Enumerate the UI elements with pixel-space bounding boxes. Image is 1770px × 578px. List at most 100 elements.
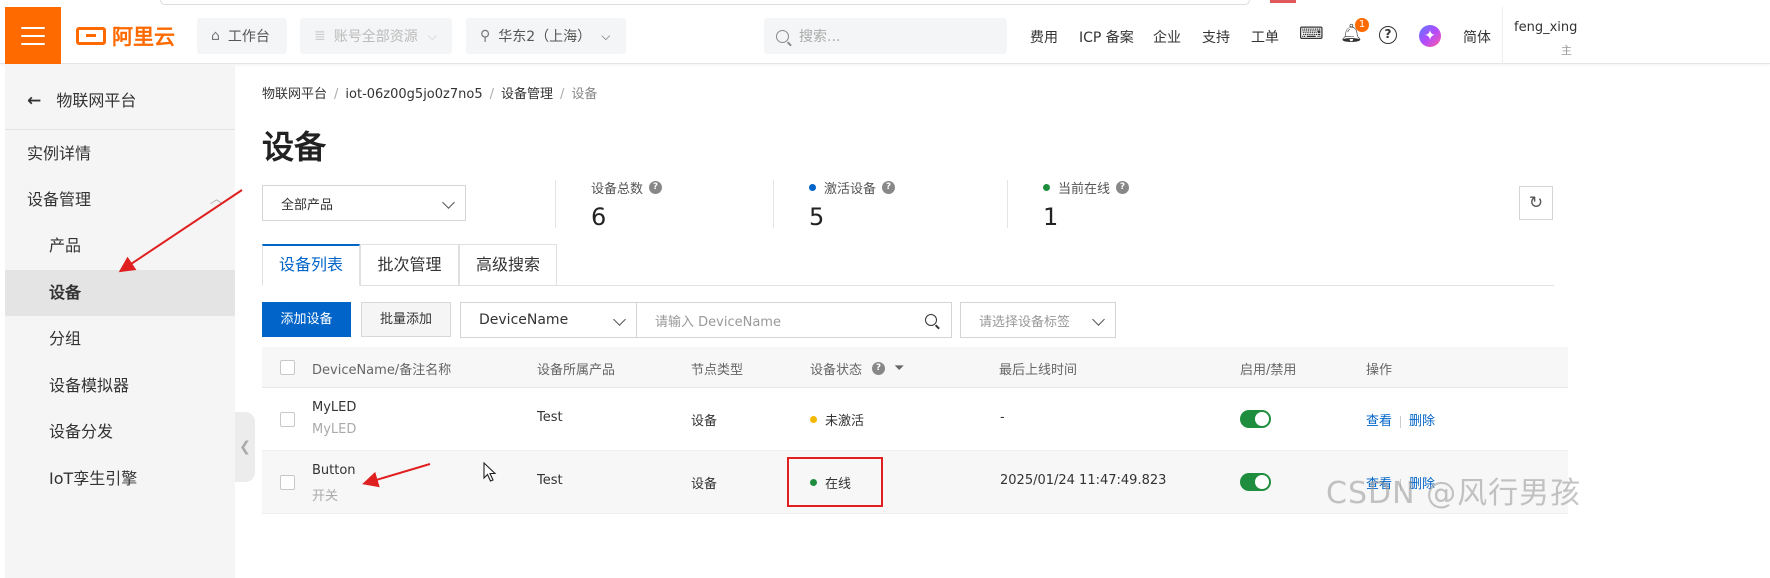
workbench-label: 工作台 [227, 29, 270, 45]
stat-label: 当前在线 [1058, 182, 1111, 197]
hamburger-menu-button[interactable] [5, 7, 61, 64]
stat-divider [1007, 180, 1008, 228]
row-actions: 查看 删除 [1366, 410, 1435, 429]
stack-icon: ≣ [314, 28, 326, 44]
device-name[interactable]: Button [312, 463, 356, 478]
resource-group-select[interactable]: ≣ 账号全部资源 ⌵ [300, 18, 452, 54]
browser-tab-strip [160, 0, 1250, 5]
sidebar-item-devices[interactable]: 设备 [5, 270, 235, 316]
region-label: 华东2（上海） [498, 29, 592, 45]
notification-badge: 1 [1355, 18, 1369, 32]
row-checkbox[interactable] [280, 412, 295, 427]
column-header-label: 设备状态 [810, 363, 863, 378]
add-device-button[interactable]: 添加设备 [262, 302, 351, 337]
help-icon[interactable]: ? [882, 181, 896, 194]
view-button[interactable]: 查看 [1366, 414, 1392, 429]
sidebar-item-iot-twin-engine[interactable]: IoT孪生引擎 [5, 456, 235, 502]
device-node-type: 设备 [691, 414, 718, 429]
back-label: 物联网平台 [56, 91, 137, 110]
sidebar-item-device-simulator[interactable]: 设备模拟器 [5, 363, 235, 409]
mouse-cursor-icon [483, 462, 497, 482]
back-to-iot-platform[interactable]: ← 物联网平台 [27, 87, 136, 111]
device-note: 开关 [312, 489, 339, 504]
device-name[interactable]: MyLED [312, 400, 356, 415]
breadcrumb-item[interactable]: 设备管理 [501, 87, 553, 102]
status-label: 未激活 [825, 414, 865, 429]
tab-device-list[interactable]: 设备列表 [262, 244, 360, 286]
device-tag-select[interactable]: 请选择设备标签 [960, 302, 1116, 338]
sidebar-item-device-distribution[interactable]: 设备分发 [5, 409, 235, 455]
delete-button[interactable]: 删除 [1409, 414, 1435, 429]
search-placeholder: 搜索... [799, 29, 841, 45]
device-search-input[interactable]: 请输入 DeviceName [637, 302, 952, 338]
product-filter-select[interactable]: 全部产品 [262, 185, 466, 221]
column-header-devicename: DeviceName/备注名称 [312, 363, 452, 378]
page-title: 设备 [262, 128, 327, 166]
table-header: DeviceName/备注名称 设备所属产品 节点类型 设备状态 ? ⏷ 最后上… [262, 347, 1568, 388]
nav-link-enterprise[interactable]: 企业 [1153, 27, 1181, 47]
top-bar: 阿里云 ⌂ 工作台 ≣ 账号全部资源 ⌵ ⚲ 华东2（上海） ⌵ 搜索... 费… [0, 0, 1770, 64]
menu-icon [21, 26, 45, 45]
aliyun-logo[interactable]: 阿里云 [76, 22, 175, 50]
sidebar-item-groups[interactable]: 分组 [5, 316, 235, 362]
sidebar-item-instance-details[interactable]: 实例详情 [5, 131, 235, 177]
device-search-placeholder: 请输入 DeviceName [655, 314, 781, 330]
nav-link-billing[interactable]: 费用 [1030, 27, 1058, 47]
terminal-icon[interactable]: ⌨ [1299, 24, 1324, 44]
stat-activated-devices: 激活设备? 5 [809, 178, 896, 231]
device-product: Test [537, 473, 563, 488]
column-header-actions: 操作 [1366, 363, 1393, 378]
column-header-status: 设备状态 ? ⏷ [810, 359, 904, 378]
search-field-value: DeviceName [479, 312, 569, 328]
resource-group-label: 账号全部资源 [333, 29, 418, 45]
enable-toggle[interactable] [1240, 473, 1271, 491]
global-search-input[interactable]: 搜索... [764, 18, 1007, 54]
nav-link-support[interactable]: 支持 [1202, 27, 1230, 47]
status-dot [809, 184, 816, 191]
stat-online-devices: 当前在线? 1 [1043, 178, 1130, 231]
sidebar-item-device-management[interactable]: 设备管理 ︿ [5, 177, 235, 223]
user-account-type: 主 [1561, 44, 1572, 57]
workbench-button[interactable]: ⌂ 工作台 [197, 18, 287, 54]
stat-divider [773, 180, 774, 228]
aliyun-logo-icon [76, 27, 106, 45]
user-menu[interactable]: feng_xing 主 [1502, 7, 1770, 64]
breadcrumb-item[interactable]: 物联网平台 [262, 87, 327, 102]
refresh-button[interactable]: ↻ [1519, 186, 1553, 220]
enable-toggle[interactable] [1240, 410, 1271, 428]
breadcrumb-current: 设备 [571, 87, 598, 102]
region-select[interactable]: ⚲ 华东2（上海） ⌵ [466, 18, 626, 54]
filter-icon[interactable]: ⏷ [894, 361, 904, 376]
ai-assistant-icon[interactable]: ✦ [1419, 25, 1441, 47]
search-field-select[interactable]: DeviceName [460, 302, 637, 338]
stat-value: 5 [809, 203, 825, 231]
help-icon[interactable]: ? [649, 181, 663, 194]
nav-link-ticket[interactable]: 工单 [1251, 27, 1279, 47]
sidebar-item-label: 设备管理 [27, 190, 92, 209]
device-last-online: 2025/01/24 11:47:49.823 [1000, 473, 1167, 488]
breadcrumb: 物联网平台 / iot-06z00g5jo0z7no5/设备管理 / 设备 [262, 87, 598, 102]
language-switch[interactable]: 简体 [1463, 27, 1491, 47]
help-icon[interactable]: ? [1116, 181, 1130, 194]
select-all-checkbox[interactable] [280, 360, 295, 375]
breadcrumb-item[interactable]: iot-06z00g5jo0z7no5 [345, 87, 482, 102]
stat-value: 6 [591, 203, 607, 231]
chevron-down-icon [613, 313, 626, 326]
help-icon[interactable]: ? [1379, 26, 1397, 44]
tab-batch-management[interactable]: 批次管理 [360, 244, 459, 286]
tab-advanced-search[interactable]: 高级搜索 [459, 244, 557, 286]
chevron-down-icon [442, 196, 455, 209]
batch-add-button[interactable]: 批量添加 [361, 302, 451, 337]
sidebar-item-products[interactable]: 产品 [5, 223, 235, 269]
nav-link-icp[interactable]: ICP 备案 [1079, 27, 1134, 47]
sidebar-collapse-toggle[interactable]: ❮ [235, 412, 255, 482]
chevron-left-icon: ❮ [239, 439, 251, 455]
table-row: MyLED MyLED Test 设备 未激活 - 查看 删除 [262, 388, 1568, 451]
help-icon[interactable]: ? [872, 362, 886, 375]
status-dot [1043, 184, 1050, 191]
column-header-node-type: 节点类型 [691, 363, 744, 378]
row-checkbox[interactable] [280, 475, 295, 490]
search-icon[interactable] [925, 314, 937, 326]
location-pin-icon: ⚲ [480, 28, 491, 44]
annotation-highlight-box [787, 457, 883, 507]
